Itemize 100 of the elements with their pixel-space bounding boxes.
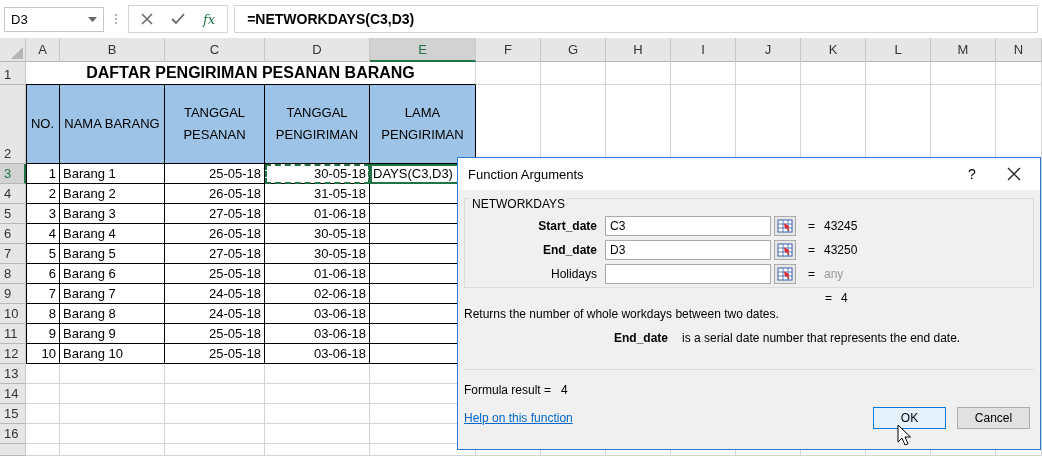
dropdown-caret-icon[interactable]	[88, 16, 97, 22]
empty-cell[interactable]	[736, 62, 801, 85]
empty-cell[interactable]	[265, 364, 370, 384]
row-header[interactable]	[0, 444, 26, 456]
argument-label: Start_date	[537, 219, 598, 233]
table-cell: 9	[26, 324, 60, 344]
table-cell: 30-05-18	[265, 224, 370, 244]
row-header[interactable]: 2	[0, 85, 26, 164]
row-header[interactable]: 10	[0, 304, 26, 324]
help-link[interactable]: Help on this function	[464, 411, 862, 425]
mouse-cursor-icon	[897, 424, 911, 446]
column-header[interactable]: D	[265, 38, 370, 62]
table-cell: 6	[26, 264, 60, 284]
empty-cell[interactable]	[606, 62, 671, 85]
range-picker-button[interactable]	[774, 240, 796, 260]
table-cell: 3	[26, 204, 60, 224]
row-header[interactable]: 1	[0, 62, 26, 85]
formula-field[interactable]: =NETWORKDAYS(C3,D3)	[234, 5, 1038, 33]
column-header[interactable]: C	[165, 38, 265, 62]
argument-field[interactable]	[605, 264, 771, 284]
range-picker-button[interactable]	[774, 264, 796, 284]
empty-cell[interactable]	[996, 62, 1042, 85]
column-header[interactable]: J	[736, 38, 801, 62]
table-cell: Barang 10	[60, 344, 165, 364]
column-header[interactable]: I	[671, 38, 736, 62]
table-cell: 25-05-18	[165, 324, 265, 344]
column-header[interactable]: H	[606, 38, 671, 62]
row-header[interactable]: 12	[0, 344, 26, 364]
empty-cell[interactable]	[866, 62, 931, 85]
empty-cell[interactable]	[265, 404, 370, 424]
function-name: NETWORKDAYS	[470, 197, 568, 211]
empty-cell[interactable]	[165, 444, 265, 456]
column-heading: NAMA BARANG	[60, 85, 165, 164]
empty-cell[interactable]	[60, 404, 165, 424]
row-header[interactable]: 9	[0, 284, 26, 304]
range-picker-button[interactable]	[774, 216, 796, 236]
column-header[interactable]: G	[541, 38, 606, 62]
argument-label: End_date	[542, 243, 598, 257]
ok-button[interactable]: OK	[873, 407, 946, 429]
insert-function-icon[interactable]: fx	[203, 11, 216, 27]
row-header[interactable]: 3	[0, 164, 26, 184]
row-header[interactable]: 6	[0, 224, 26, 244]
empty-cell[interactable]	[801, 62, 866, 85]
argument-name: End_date	[614, 331, 668, 345]
cancel-button[interactable]: Cancel	[957, 407, 1030, 429]
argument-description: is a serial date number that represents the end date.	[682, 331, 961, 345]
empty-cell[interactable]	[60, 384, 165, 404]
empty-cell[interactable]	[476, 62, 541, 85]
column-header[interactable]: E	[370, 38, 476, 62]
empty-cell[interactable]	[265, 424, 370, 444]
empty-cell[interactable]	[165, 364, 265, 384]
table-cell: 1	[26, 164, 60, 184]
help-button[interactable]: ?	[960, 166, 984, 182]
empty-cell[interactable]	[265, 384, 370, 404]
table-cell: Barang 9	[60, 324, 165, 344]
column-header[interactable]: B	[60, 38, 165, 62]
equals-sign: =	[808, 243, 816, 257]
table-cell: 27-05-18	[165, 244, 265, 264]
argument-field[interactable]: C3	[605, 216, 771, 236]
table-cell: Barang 2	[60, 184, 165, 204]
column-header[interactable]: F	[476, 38, 541, 62]
column-header[interactable]: M	[931, 38, 996, 62]
function-description: Returns the number of whole workdays between two dates.	[463, 307, 780, 321]
empty-cell[interactable]	[931, 62, 996, 85]
empty-cell[interactable]	[165, 384, 265, 404]
cancel-icon[interactable]	[141, 13, 153, 25]
argument-field[interactable]: D3	[605, 240, 771, 260]
equals-sign: =	[808, 267, 816, 281]
empty-cell[interactable]	[60, 424, 165, 444]
checkmark-icon[interactable]	[171, 13, 185, 25]
empty-cell[interactable]	[165, 404, 265, 424]
column-heading: LAMA PENGIRIMAN	[370, 85, 476, 164]
row-header[interactable]: 4	[0, 184, 26, 204]
column-header[interactable]: A	[26, 38, 60, 62]
empty-cell[interactable]	[541, 62, 606, 85]
function-result: 4	[841, 291, 848, 305]
row-header[interactable]: 5	[0, 204, 26, 224]
row-header[interactable]: 13	[0, 364, 26, 384]
row-header[interactable]: 7	[0, 244, 26, 264]
column-header[interactable]: N	[996, 38, 1042, 62]
empty-cell[interactable]	[671, 62, 736, 85]
row-header[interactable]: 16	[0, 424, 26, 444]
formula-result-label: Formula result =	[464, 383, 552, 397]
empty-cell[interactable]	[60, 444, 165, 456]
column-header[interactable]: K	[801, 38, 866, 62]
row-header[interactable]: 11	[0, 324, 26, 344]
empty-cell[interactable]	[165, 424, 265, 444]
table-cell: 5	[26, 244, 60, 264]
row-header[interactable]: 8	[0, 264, 26, 284]
row-header[interactable]: 14	[0, 384, 26, 404]
empty-cell[interactable]	[265, 444, 370, 456]
name-box[interactable]: D3	[4, 6, 104, 32]
select-all-button[interactable]	[0, 38, 26, 62]
empty-cell[interactable]	[60, 364, 165, 384]
table-cell: 7	[26, 284, 60, 304]
column-header[interactable]: L	[866, 38, 931, 62]
table-cell: 03-06-18	[265, 344, 370, 364]
table-cell: Barang 6	[60, 264, 165, 284]
table-cell: 01-06-18	[265, 204, 370, 224]
row-header[interactable]: 15	[0, 404, 26, 424]
